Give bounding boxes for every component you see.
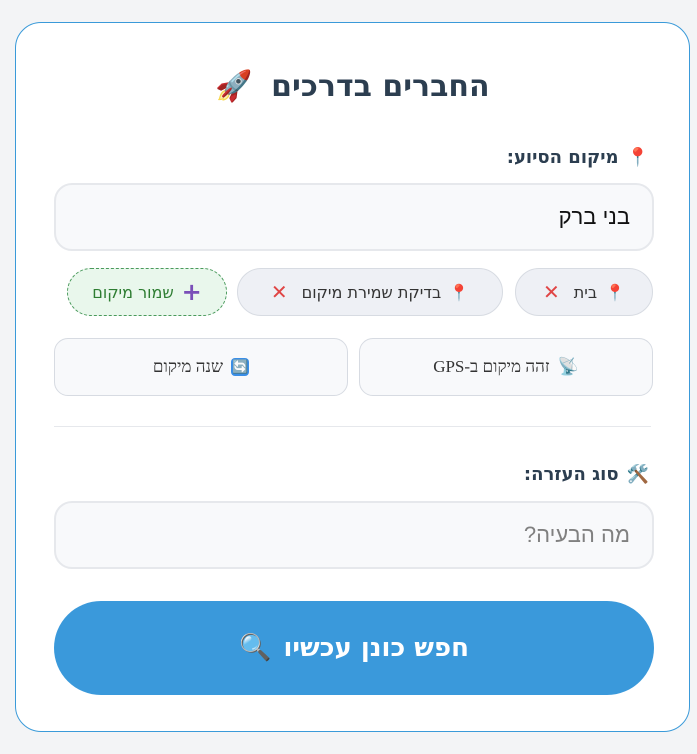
pin-icon: 📍 — [626, 147, 649, 168]
gps-detect-label: זהה מיקום ב-GPS — [433, 357, 550, 376]
divider — [54, 426, 651, 427]
change-location-button[interactable]: 🔄 שנה מיקום — [54, 338, 348, 396]
search-button-label: חפש כונן עכשיו — [283, 633, 469, 663]
page-title: החברים בדרכים 🚀 — [16, 69, 689, 104]
sync-icon: 🔄 — [231, 358, 250, 376]
chip-label: בדיקת שמירת מיקום — [301, 282, 442, 302]
pin-icon: 📍 — [449, 282, 470, 302]
magnifier-icon: 🔍 — [239, 633, 272, 663]
change-location-label: שנה מיקום — [152, 357, 224, 376]
remove-icon[interactable]: ✕ — [271, 280, 288, 304]
plus-icon: + — [181, 278, 202, 306]
saved-location-chip-home[interactable]: 📍 בית ✕ — [515, 268, 653, 316]
location-label-text: מיקום הסיוע: — [506, 147, 619, 168]
remove-icon[interactable]: ✕ — [543, 280, 560, 304]
main-card: החברים בדרכים 🚀 📍 מיקום הסיוע: בני ברק 📍 … — [15, 22, 690, 732]
saved-location-chip-test[interactable]: 📍 בדיקת שמירת מיקום ✕ — [237, 268, 503, 316]
page-title-text: החברים בדרכים — [271, 69, 490, 104]
help-type-placeholder: מה הבעיה? — [523, 522, 630, 547]
save-location-label: שמור מיקום — [92, 282, 174, 302]
tools-icon: 🛠️ — [626, 464, 649, 485]
location-input-value: בני ברק — [558, 204, 630, 229]
location-input[interactable]: בני ברק — [54, 183, 654, 251]
location-label: 📍 מיקום הסיוע: — [507, 147, 649, 168]
rocket-icon: 🚀 — [215, 69, 253, 104]
search-technician-button[interactable]: חפש כונן עכשיו 🔍 — [54, 601, 654, 695]
pin-icon: 📍 — [605, 282, 626, 302]
help-type-input[interactable]: מה הבעיה? — [54, 501, 654, 569]
help-type-label: 🛠️ סוג העזרה: — [524, 464, 649, 485]
save-location-button[interactable]: + שמור מיקום — [67, 268, 227, 316]
satellite-icon: 📡 — [557, 357, 579, 376]
gps-detect-button[interactable]: 📡 זהה מיקום ב-GPS — [359, 338, 653, 396]
chip-label: בית — [573, 282, 598, 302]
help-type-label-text: סוג העזרה: — [523, 464, 619, 485]
